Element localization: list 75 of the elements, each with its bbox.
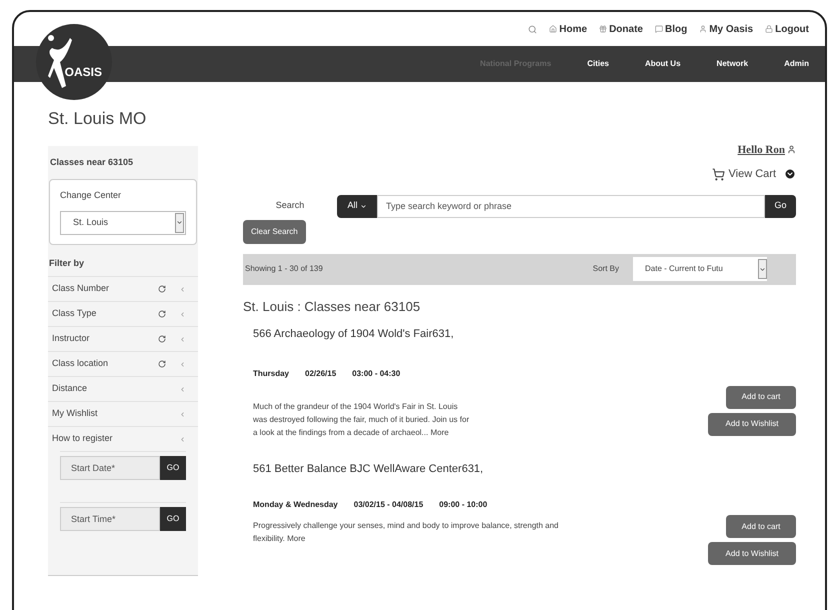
class-title[interactable]: 561 Better Balance BJC WellAware Center631, <box>253 460 796 477</box>
logo[interactable]: OASIS <box>36 24 112 100</box>
gift-icon <box>599 25 608 33</box>
date-field[interactable]: Start Date* <box>60 456 160 480</box>
center-select[interactable]: St. Louis <box>60 210 186 234</box>
top-link[interactable]: Logout <box>765 22 809 36</box>
chevron-icon <box>179 386 186 392</box>
filter-item[interactable]: Distance <box>48 376 198 401</box>
sidebar-heading: Classes near 63105 <box>49 156 134 168</box>
cart-icon[interactable] <box>712 168 725 181</box>
more-link[interactable]: More <box>287 534 306 543</box>
filter-item[interactable]: My Wishlist <box>48 401 198 426</box>
filter-item[interactable]: Class Number <box>48 276 198 301</box>
user-icon <box>787 145 796 154</box>
search-field[interactable]: Type search keyword or phrase <box>377 194 765 218</box>
chat-icon <box>654 25 663 33</box>
add-to-cart-button[interactable]: Add to cart <box>726 515 796 538</box>
caret-icon <box>176 219 183 226</box>
caret-icon <box>360 202 366 210</box>
class-description: Progressively challenge your senses, mind and body to improve balance, strength and flexibility. More <box>253 520 560 545</box>
reset-icon[interactable] <box>158 310 166 318</box>
results-bar: Showing 1 - 30 of 139 Sort By Date - Current to Futu <box>243 254 796 284</box>
go-button[interactable]: GO <box>160 507 186 531</box>
class-title[interactable]: 566 Archaeology of 1904 Wold's Fair631, <box>253 326 796 342</box>
filter-heading: Filter by <box>48 256 86 270</box>
caret-icon <box>759 266 766 272</box>
class-time: 09:00 - 10:00 <box>439 499 488 511</box>
nav-link[interactable]: About Us <box>644 58 681 70</box>
top-link[interactable]: Home <box>549 22 588 36</box>
chevron-icon <box>179 286 186 292</box>
filter-item[interactable]: Class location <box>48 351 198 376</box>
chevron-icon <box>179 310 186 318</box>
filter-item[interactable]: How to register <box>48 426 198 451</box>
top-link[interactable]: Blog <box>654 22 688 36</box>
nav-link[interactable]: Cities <box>587 58 609 70</box>
filter-item[interactable]: Instructor <box>48 326 198 351</box>
chevron-icon <box>179 436 186 442</box>
chevron-icon <box>179 410 186 418</box>
page-title: St. Louis MO <box>48 108 148 130</box>
sort-select[interactable]: Date - Current to Futu <box>633 257 767 281</box>
date-field[interactable]: Start Time* <box>60 507 160 531</box>
class-dates: 03/02/15 - 04/08/15 <box>354 499 424 511</box>
greeting-link[interactable]: Hello Ron <box>738 142 785 158</box>
add-to-wishlist-button[interactable]: Add to Wishlist <box>708 412 796 436</box>
go-button[interactable]: GO <box>160 456 186 480</box>
dropdown-icon[interactable] <box>784 168 796 180</box>
change-center-label: Change Center <box>60 189 122 202</box>
search-label: Search <box>274 199 306 212</box>
scope-dropdown[interactable]: All <box>337 194 377 218</box>
home-icon <box>549 25 558 33</box>
more-link[interactable]: More <box>430 428 449 436</box>
reset-icon[interactable] <box>158 360 166 368</box>
class-dates: 02/26/15 <box>305 368 336 380</box>
class-days: Monday & Wednesday <box>253 499 338 511</box>
class-description: Much of the grandeur of the 1904 World's Fair in St. Louis was destroyed following the fair, much of it buried. Join us for a look at the findings from a decade of archaeol... More <box>253 400 470 438</box>
filter-item[interactable]: Class Type <box>48 301 198 326</box>
view-cart-link[interactable]: View Cart <box>728 166 776 182</box>
nav-link[interactable]: Network <box>716 58 748 70</box>
results-heading: St. Louis : Classes near 63105 <box>243 298 422 316</box>
class-time: 03:00 - 04:30 <box>352 368 400 380</box>
user-icon <box>699 25 708 33</box>
clear-search-button[interactable]: Clear Search <box>243 220 306 244</box>
lock-icon <box>765 25 774 33</box>
go-button[interactable]: Go <box>765 194 796 218</box>
reset-icon[interactable] <box>158 285 166 293</box>
top-link[interactable]: Donate <box>599 22 643 36</box>
search-icon[interactable] <box>528 24 538 34</box>
top-link[interactable]: My Oasis <box>699 22 754 36</box>
chevron-icon <box>179 360 186 368</box>
reset-icon[interactable] <box>158 335 166 343</box>
class-days: Thursday <box>253 368 290 380</box>
nav-link[interactable]: Admin <box>784 58 809 70</box>
add-to-wishlist-button[interactable]: Add to Wishlist <box>708 542 796 565</box>
add-to-cart-button[interactable]: Add to cart <box>726 386 796 408</box>
chevron-icon <box>179 336 186 342</box>
